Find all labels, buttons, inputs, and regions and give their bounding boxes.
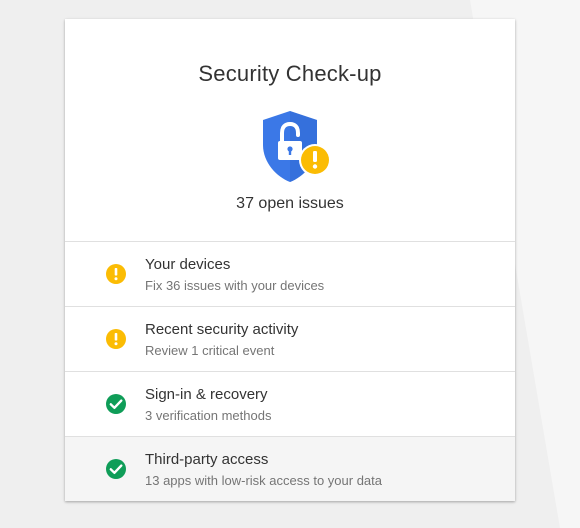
open-issues-count: 37 open issues: [236, 195, 344, 212]
list-item-sign-in-recovery[interactable]: Sign-in & recovery 3 verification method…: [65, 372, 515, 437]
warning-icon: [106, 329, 126, 349]
security-checkup-card: Security Check-up 37 open issues Your de…: [65, 19, 515, 501]
card-header: Security Check-up 37 open issues: [65, 19, 515, 242]
check-circle-icon: [106, 394, 126, 414]
list-item-subtitle: Review 1 critical event: [145, 343, 275, 358]
list-item-subtitle: Fix 36 issues with your devices: [145, 278, 325, 293]
list-item-third-party-access[interactable]: Third-party access 13 apps with low-risk…: [65, 437, 515, 501]
list-item-title: Third-party access: [145, 451, 269, 468]
warning-icon: [106, 264, 126, 284]
list-item-subtitle: 3 verification methods: [145, 408, 272, 423]
list-item-your-devices[interactable]: Your devices Fix 36 issues with your dev…: [65, 242, 515, 307]
check-circle-icon: [106, 459, 126, 479]
list-item-title: Your devices: [145, 256, 231, 273]
list-item-subtitle: 13 apps with low-risk access to your dat…: [145, 473, 382, 488]
list-item-title: Recent security activity: [145, 321, 299, 338]
card-title: Security Check-up: [198, 61, 382, 86]
list-item-title: Sign-in & recovery: [145, 386, 268, 403]
shield-warning-icon: [263, 111, 331, 182]
list-item-recent-security-activity[interactable]: Recent security activity Review 1 critic…: [65, 307, 515, 372]
